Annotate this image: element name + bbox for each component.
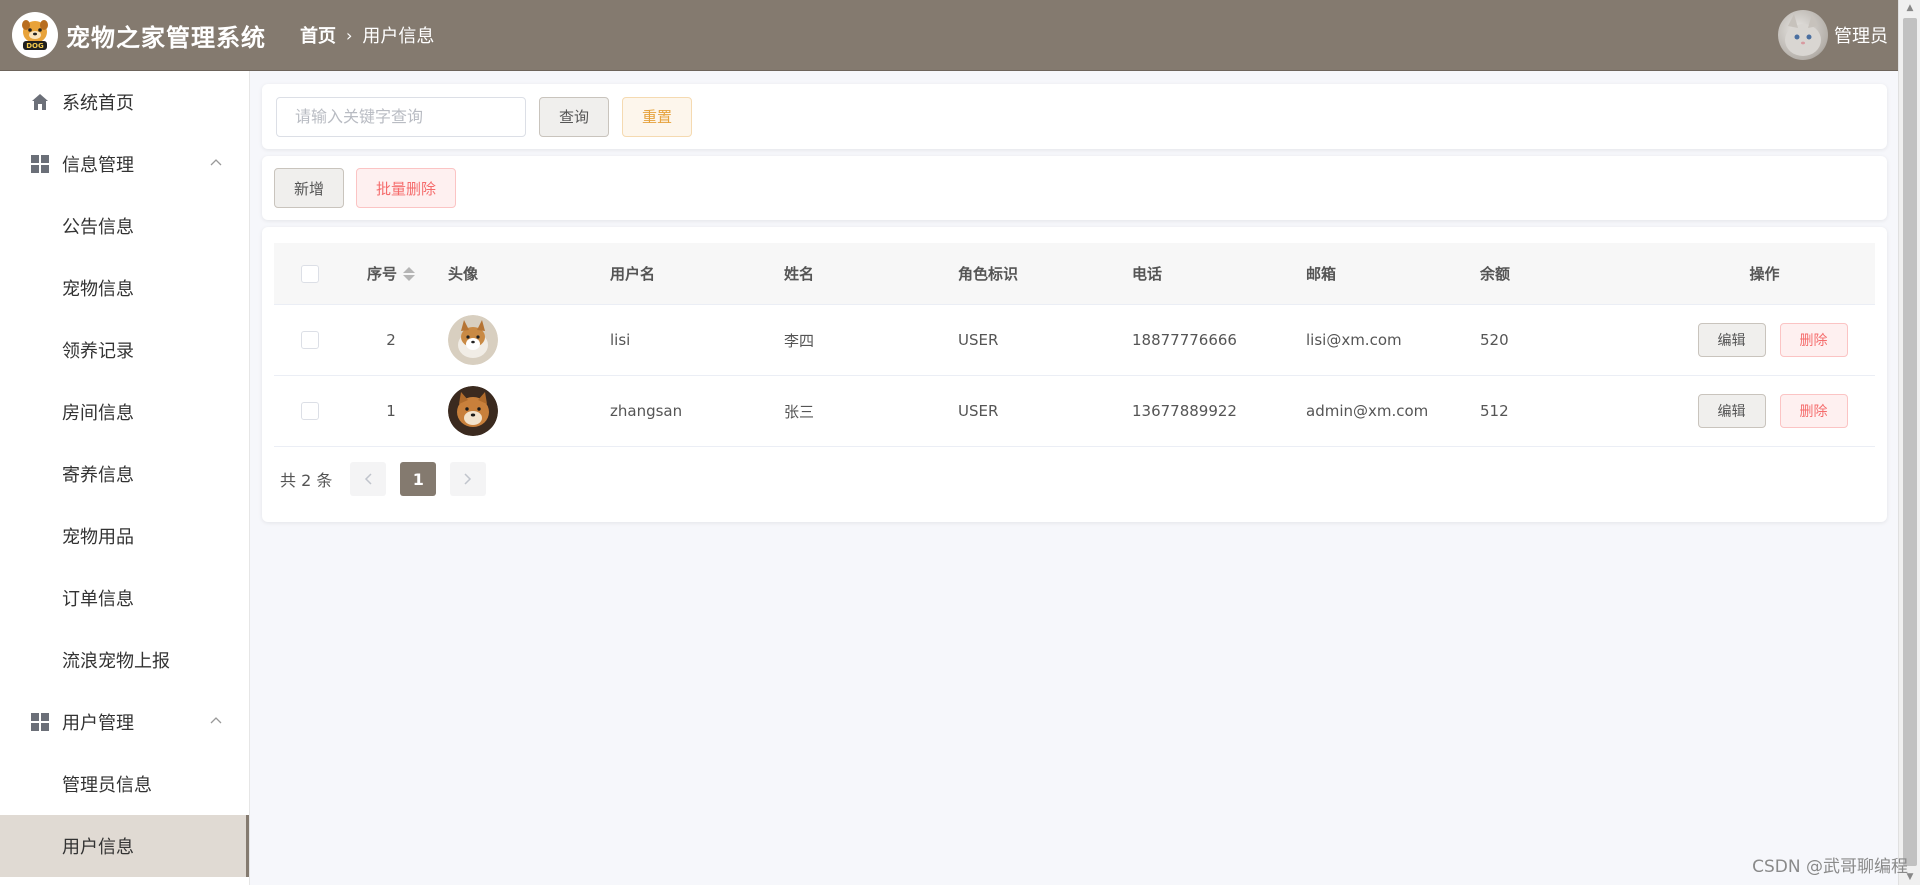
logo: DOG [12, 12, 58, 58]
sort-icon[interactable] [403, 266, 415, 281]
scroll-up-icon[interactable]: ▲ [1899, 0, 1920, 16]
cell-phone: 18877776666 [1132, 331, 1237, 349]
sidebar-item-supplies[interactable]: 宠物用品 [0, 505, 249, 567]
reset-button[interactable]: 重置 [622, 96, 692, 137]
select-all-checkbox[interactable] [301, 264, 319, 283]
sidebar-group-label: 信息管理 [62, 155, 134, 176]
grid-icon [30, 712, 50, 732]
delete-button[interactable]: 删除 [1779, 394, 1848, 428]
breadcrumb-separator-icon: › [346, 25, 353, 45]
cell-name: 张三 [784, 402, 815, 421]
cell-username: zhangsan [610, 402, 683, 420]
sidebar-item-label: 宠物信息 [62, 279, 134, 300]
users-table: 序号 头像 用户名 姓名 角色标识 电话 邮箱 余额 操作 2 lisi 李四 … [262, 227, 1887, 522]
sidebar: 系统首页 信息管理 公告信息 宠物信息 领养记录 房间信息 寄养信息 宠物用品 … [0, 71, 250, 885]
add-button[interactable]: 新增 [274, 168, 344, 208]
action-bar: 新增 批量删除 [262, 156, 1887, 220]
column-header-actions: 操作 [1749, 265, 1780, 283]
column-header-avatar: 头像 [448, 265, 479, 283]
sidebar-item-home[interactable]: 系统首页 [0, 71, 249, 133]
top-header: DOG 宠物之家管理系统 首页 › 用户信息 管理员 [0, 0, 1898, 71]
breadcrumb-home[interactable]: 首页 [300, 22, 336, 48]
table-row: 2 lisi 李四 USER 18877776666 lisi@xm.com 5… [274, 305, 1875, 376]
search-bar: 查询 重置 [262, 84, 1887, 149]
shiba-avatar [448, 386, 498, 436]
column-header-username: 用户名 [610, 265, 656, 283]
batch-delete-button[interactable]: 批量删除 [356, 168, 456, 208]
watermark: CSDN @武哥聊编程 [1752, 857, 1908, 877]
page-scrollbar[interactable]: ▲ ▼ [1898, 0, 1920, 885]
edit-button[interactable]: 编辑 [1697, 323, 1766, 357]
sidebar-group-users[interactable]: 用户管理 [0, 691, 249, 753]
cell-id: 2 [386, 331, 396, 349]
column-header-name: 姓名 [784, 265, 815, 283]
cell-role: USER [958, 402, 999, 420]
cell-email: lisi@xm.com [1306, 331, 1402, 349]
sidebar-item-admins[interactable]: 管理员信息 [0, 753, 249, 815]
chevron-up-icon [209, 713, 223, 729]
avatar[interactable] [1778, 10, 1828, 60]
chevron-right-icon[interactable] [450, 462, 487, 496]
breadcrumb-current: 用户信息 [362, 26, 435, 47]
query-button[interactable]: 查询 [539, 96, 609, 137]
main-content: 查询 重置 新增 批量删除 序号 头像 用户名 姓名 角色标识 电话 邮箱 余额… [262, 84, 1887, 529]
sidebar-item-label: 宠物用品 [62, 527, 134, 548]
grid-icon [30, 154, 50, 174]
column-header-email: 邮箱 [1306, 265, 1337, 283]
sidebar-item-label: 寄养信息 [62, 465, 134, 486]
sidebar-item-orders[interactable]: 订单信息 [0, 567, 249, 629]
logo-text: DOG [26, 42, 44, 50]
pagination: 共 2 条 1 [274, 447, 1875, 511]
row-checkbox[interactable] [301, 331, 319, 349]
sidebar-item-adoption[interactable]: 领养记录 [0, 319, 249, 381]
sidebar-item-notice[interactable]: 公告信息 [0, 195, 249, 257]
edit-button[interactable]: 编辑 [1697, 394, 1766, 428]
breadcrumb: 首页 › 用户信息 [300, 22, 434, 48]
column-header-phone: 电话 [1132, 265, 1163, 283]
home-icon [30, 92, 50, 112]
table-row: 1 zhangsan 张三 USER 13677889922 admin@xm.… [274, 376, 1875, 447]
sidebar-item-label: 流浪宠物上报 [62, 651, 170, 672]
column-header-balance: 余额 [1480, 265, 1511, 283]
corgi-avatar [448, 315, 498, 365]
sidebar-item-stray-report[interactable]: 流浪宠物上报 [0, 629, 249, 691]
sidebar-group-info[interactable]: 信息管理 [0, 133, 249, 195]
cell-name: 李四 [784, 331, 815, 350]
sidebar-item-label: 系统首页 [62, 93, 134, 114]
sidebar-item-label: 领养记录 [62, 341, 134, 362]
sidebar-item-label: 房间信息 [62, 403, 134, 424]
app-title: 宠物之家管理系统 [66, 23, 266, 52]
sidebar-item-pet-info[interactable]: 宠物信息 [0, 257, 249, 319]
chevron-up-icon [209, 155, 223, 171]
delete-button[interactable]: 删除 [1779, 323, 1848, 357]
user-menu[interactable]: 管理员 [1778, 10, 1888, 60]
column-label: 序号 [366, 265, 397, 283]
user-name[interactable]: 管理员 [1834, 22, 1888, 48]
sidebar-item-label: 公告信息 [62, 217, 134, 238]
row-checkbox[interactable] [301, 402, 319, 420]
scroll-thumb[interactable] [1903, 18, 1917, 866]
page-number[interactable]: 1 [400, 462, 437, 496]
table-header: 序号 头像 用户名 姓名 角色标识 电话 邮箱 余额 操作 [274, 243, 1875, 305]
cell-balance: 512 [1480, 402, 1509, 420]
sidebar-item-rooms[interactable]: 房间信息 [0, 381, 249, 443]
column-header-id[interactable]: 序号 [346, 263, 436, 284]
search-input[interactable] [276, 96, 526, 137]
column-header-role: 角色标识 [958, 265, 1019, 283]
sidebar-item-label: 订单信息 [62, 589, 134, 610]
sidebar-group-label: 用户管理 [62, 713, 134, 734]
cell-id: 1 [386, 402, 396, 420]
cell-email: admin@xm.com [1306, 402, 1429, 420]
sidebar-item-boarding[interactable]: 寄养信息 [0, 443, 249, 505]
cell-balance: 520 [1480, 331, 1509, 349]
chevron-left-icon[interactable] [350, 462, 387, 496]
sidebar-item-label: 管理员信息 [62, 775, 152, 796]
cell-role: USER [958, 331, 999, 349]
cell-phone: 13677889922 [1132, 402, 1237, 420]
pagination-total: 共 2 条 [280, 471, 333, 490]
cell-username: lisi [610, 331, 631, 349]
sidebar-item-users[interactable]: 用户信息 [0, 815, 249, 877]
brand[interactable]: DOG 宠物之家管理系统 [0, 12, 300, 58]
sidebar-item-label: 用户信息 [62, 837, 134, 858]
